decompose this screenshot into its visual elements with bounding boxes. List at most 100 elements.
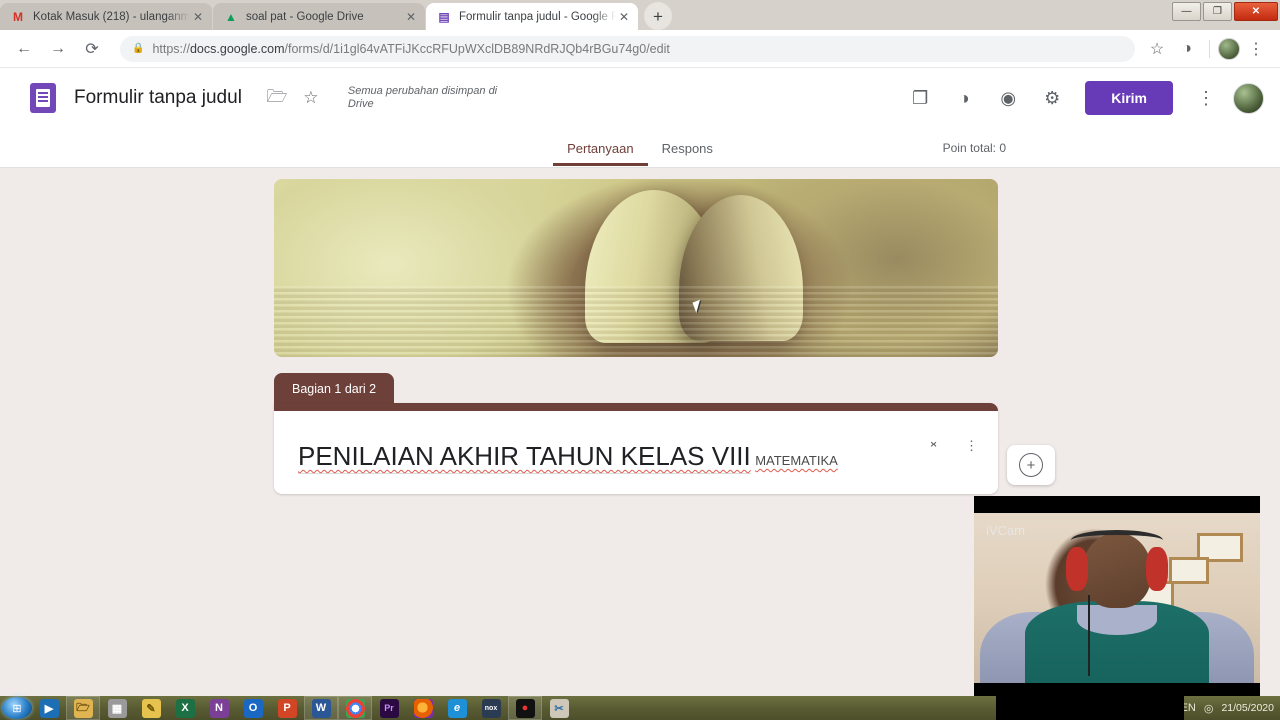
browser-toolbar: ← → ⟳ 🔒 https://docs.google.com/forms/d/…: [0, 30, 1280, 68]
form-heading-text[interactable]: PENILAIAN AKHIR TAHUN KELAS VIII: [298, 439, 751, 474]
ie-icon: e: [447, 698, 467, 718]
folder-icon: 🗁: [73, 698, 93, 718]
preview-eye-icon[interactable]: ◉: [991, 81, 1025, 115]
webcam-tray-icon[interactable]: ◎: [1204, 702, 1214, 715]
taskbar-item-premiere-pro[interactable]: Pr: [372, 696, 406, 720]
webcam-overlay[interactable]: iVCam: [974, 496, 1260, 700]
google-account-avatar[interactable]: [1233, 82, 1264, 114]
add-question-icon[interactable]: +: [1019, 453, 1043, 477]
word-icon: W: [311, 698, 331, 718]
browser-tab-title: Kotak Masuk (218) - ulanganmtk: [33, 10, 190, 23]
maximize-button[interactable]: ❐: [1203, 2, 1232, 21]
new-tab-button[interactable]: +: [644, 2, 672, 30]
reload-icon[interactable]: ⟳: [78, 35, 106, 63]
palette-icon[interactable]: ◑: [947, 81, 981, 115]
form-header-banner-image[interactable]: [274, 179, 998, 357]
taskbar-item-windows-media-player[interactable]: ▶: [32, 696, 66, 720]
taskbar-item-chrome[interactable]: [338, 696, 372, 720]
drive-icon: ▲: [225, 9, 237, 24]
points-total-label: Poin total: 0: [942, 140, 1006, 155]
taskbar-item-sticky-notes[interactable]: ✎: [134, 696, 168, 720]
powerpoint-icon: P: [277, 698, 297, 718]
close-window-button[interactable]: ✕: [1234, 2, 1278, 21]
question-side-toolbar: +: [1007, 445, 1055, 485]
notes-icon: ✎: [141, 698, 161, 718]
forms-icon: ▤: [438, 9, 450, 24]
scissors-icon: ✂: [549, 698, 569, 718]
taskbar-item-word[interactable]: W: [304, 696, 338, 720]
taskbar-item-screen-recorder[interactable]: ●: [508, 696, 542, 720]
start-icon: ⊞: [12, 702, 22, 715]
minimize-button[interactable]: —: [1172, 2, 1201, 21]
form-title-card[interactable]: PENILAIAN AKHIR TAHUN KELAS VIII MATEMAT…: [274, 403, 998, 494]
toolbar-divider: [1209, 39, 1210, 58]
url-domain: docs.google.com: [189, 41, 285, 56]
toolbar-actions: ☆ ◑ ⋮: [1143, 35, 1270, 63]
taskbar-item-powerpoint[interactable]: P: [270, 696, 304, 720]
taskbar-group-chrome: [338, 696, 372, 720]
excel-icon: X: [175, 698, 195, 718]
form-description-text[interactable]: MATEMATIKA: [755, 453, 838, 468]
browser-tab-gmail[interactable]: M Kotak Masuk (218) - ulanganmtk ✕: [0, 3, 212, 30]
settings-gear-icon[interactable]: ⚙: [1035, 81, 1069, 115]
more-options-icon[interactable]: ⋮: [1189, 81, 1223, 115]
extension-icon[interactable]: ◑: [1173, 35, 1201, 63]
forward-icon[interactable]: →: [44, 35, 72, 63]
tab-close-icon[interactable]: ✕: [190, 10, 206, 24]
nox-icon: nox: [481, 698, 501, 718]
system-tray: EN ◎ 21/05/2020: [1181, 702, 1280, 715]
start-button[interactable]: ⊞: [2, 697, 32, 719]
record-icon: ●: [515, 698, 535, 718]
tab-close-icon[interactable]: ✕: [403, 10, 419, 24]
windows-taskbar: ⊞ ▶ 🗁 ▦ ✎ X N O P W Pr e nox ● ✂ EN ◎ 21…: [0, 696, 1280, 720]
taskbar-item-internet-explorer[interactable]: e: [440, 696, 474, 720]
window-controls: — ❐ ✕: [1172, 2, 1278, 21]
headphone-left-icon: [1065, 547, 1089, 592]
tab-respons[interactable]: Respons: [648, 130, 727, 166]
tab-pertanyaan[interactable]: Pertanyaan: [553, 130, 648, 166]
taskbar-item-calculator[interactable]: ▦: [100, 696, 134, 720]
browser-menu-icon[interactable]: ⋮: [1242, 35, 1270, 63]
headphone-band: [1071, 530, 1163, 550]
title-card-actions: ⌄ ⌃ ⋮: [928, 434, 978, 455]
bookmark-star-icon[interactable]: ☆: [1143, 35, 1171, 63]
onenote-icon: N: [209, 698, 229, 718]
browser-tab-forms[interactable]: ▤ Formulir tanpa judul - Google Fo ✕: [426, 3, 638, 30]
premiere-icon: Pr: [379, 698, 399, 718]
taskbar-item-outlook[interactable]: O: [236, 696, 270, 720]
taskbar-date[interactable]: 21/05/2020: [1221, 702, 1274, 714]
addons-icon[interactable]: ❐: [903, 81, 937, 115]
section-indicator: Bagian 1 dari 2: [274, 373, 395, 405]
taskbar-item-snipping-tool[interactable]: ✂: [542, 696, 576, 720]
lock-icon: 🔒: [132, 43, 145, 54]
tray-overlay-black: [996, 696, 1184, 720]
url-prefix: https://: [152, 41, 190, 56]
taskbar-item-excel[interactable]: X: [168, 696, 202, 720]
banner-page-edges: [274, 285, 998, 357]
back-icon[interactable]: ←: [10, 35, 38, 63]
taskbar-item-firefox[interactable]: [406, 696, 440, 720]
address-bar[interactable]: 🔒 https://docs.google.com/forms/d/1i1gl6…: [120, 35, 1135, 62]
save-status-text: Semua perubahan disimpan di Drive: [347, 85, 498, 110]
gmail-icon: M: [13, 9, 23, 24]
form-title-field[interactable]: Formulir tanpa judul: [74, 87, 242, 109]
collapse-chevron-icon[interactable]: ⌄ ⌃: [928, 434, 939, 455]
taskbar-item-nox[interactable]: nox: [474, 696, 508, 720]
taskbar-item-onenote[interactable]: N: [202, 696, 236, 720]
browser-tab-drive[interactable]: ▲ soal pat - Google Drive ✕: [213, 3, 425, 30]
tab-close-icon[interactable]: ✕: [616, 10, 632, 24]
firefox-icon: [413, 698, 433, 718]
webcam-watermark: iVCam: [986, 523, 1026, 538]
taskbar-group-recorder: ●: [508, 696, 542, 720]
move-to-folder-icon[interactable]: 🗁: [260, 81, 294, 115]
forms-header-actions: ❐ ◑ ◉ ⚙ Kirim ⋮: [903, 81, 1264, 115]
browser-profile-avatar[interactable]: [1218, 37, 1240, 60]
taskbar-group-explorer: 🗁: [66, 696, 100, 720]
section-more-icon[interactable]: ⋮: [965, 439, 978, 452]
url-path: /forms/d/1i1gl64vATFiJKccRFUpWXclDB89NRd…: [284, 41, 670, 56]
browser-tab-title: Formulir tanpa judul - Google Fo: [459, 10, 616, 23]
star-icon[interactable]: ☆: [294, 81, 328, 115]
send-button[interactable]: Kirim: [1085, 81, 1173, 115]
media-player-icon: ▶: [39, 698, 59, 718]
taskbar-item-file-explorer[interactable]: 🗁: [66, 696, 100, 720]
